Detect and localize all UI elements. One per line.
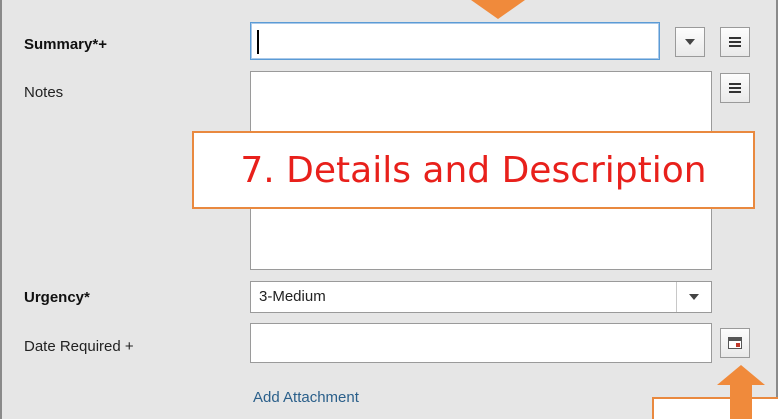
urgency-label: Urgency* [24, 289, 90, 306]
summary-label: Summary*+ [24, 36, 107, 53]
annotation-arrow-up-shaft [730, 384, 752, 419]
add-attachment-link[interactable]: Add Attachment [253, 389, 359, 406]
date-required-input[interactable] [250, 323, 712, 363]
notes-expand-button[interactable] [720, 73, 750, 103]
list-icon [729, 83, 741, 93]
summary-expand-button[interactable] [720, 27, 750, 57]
notes-label: Notes [24, 84, 64, 101]
annotation-arrow-up [717, 365, 765, 385]
date-picker-button[interactable] [720, 328, 750, 358]
chevron-down-icon [685, 39, 695, 45]
list-icon [729, 37, 741, 47]
urgency-dropdown-toggle[interactable] [676, 282, 711, 312]
summary-text-field[interactable] [251, 23, 659, 59]
summary-dropdown-button[interactable] [675, 27, 705, 57]
callout-text: 7. Details and Description [240, 149, 707, 191]
urgency-selected-value: 3-Medium [259, 288, 326, 305]
annotation-arrow-down [471, 0, 525, 19]
calendar-icon [728, 337, 742, 349]
text-caret [257, 30, 259, 54]
summary-input[interactable] [250, 22, 660, 60]
form-panel: Summary*+ Notes Urgency* 3-Medium Date R… [0, 0, 778, 419]
date-required-label: Date Required + [24, 338, 134, 355]
annotation-box [652, 397, 778, 419]
annotation-callout: 7. Details and Description [192, 131, 755, 209]
date-required-text-field[interactable] [251, 324, 711, 362]
urgency-select[interactable]: 3-Medium [250, 281, 712, 313]
chevron-down-icon [689, 294, 699, 300]
